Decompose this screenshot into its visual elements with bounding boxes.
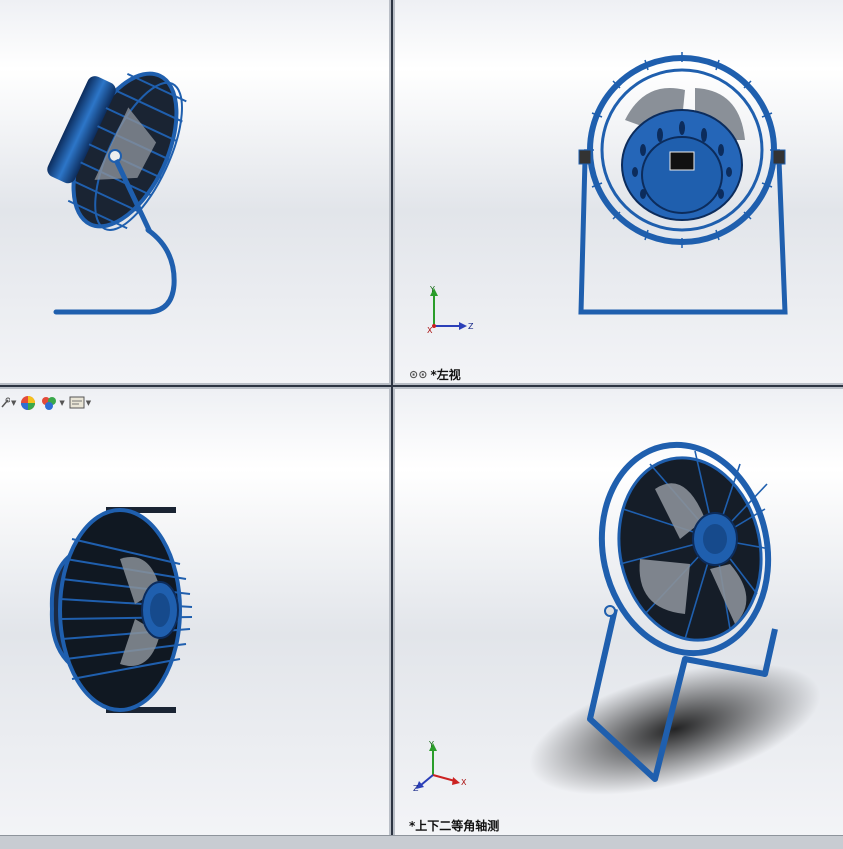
heads-up-toolbar: ▼ ▼ ▼: [0, 393, 91, 413]
viewport-divider-vertical[interactable]: [391, 0, 393, 835]
view-label-left: ⊙⊙ *左视: [409, 366, 461, 383]
triad-y-label: Y: [428, 741, 434, 749]
view-label-left-text: *左视: [430, 368, 461, 382]
viewport-top-right[interactable]: Y Z X ⊙⊙ *左视: [395, 0, 843, 383]
triad-z-label: Z: [468, 322, 474, 331]
triad-y-label: Y: [429, 286, 435, 294]
display-settings-icon: [69, 396, 85, 409]
triad-x-label: X: [427, 326, 433, 334]
view-setting-button[interactable]: ▼: [0, 397, 16, 409]
viewport-bottom-left[interactable]: [0, 389, 389, 835]
view-label-trimetric: *上下二等角轴测: [409, 817, 499, 834]
fan-model-side-view[interactable]: [0, 0, 389, 383]
viewport-divider-horizontal[interactable]: [0, 385, 843, 387]
display-settings-button[interactable]: ▼: [69, 395, 91, 411]
link-icon: ⊙⊙: [409, 368, 428, 381]
chevron-down-icon: ▼: [59, 399, 65, 407]
chevron-down-icon: ▼: [11, 399, 17, 407]
triad-x-label: X: [461, 778, 467, 787]
fan-model-top-view[interactable]: [0, 389, 389, 835]
coordinate-triad: Y Z X: [427, 286, 474, 334]
coordinate-triad: Y Z X: [413, 741, 467, 793]
chevron-down-icon: ▼: [85, 399, 92, 407]
view-label-trimetric-text: *上下二等角轴测: [409, 819, 500, 833]
status-strip: [0, 835, 843, 849]
scene-icon: [42, 397, 57, 410]
scene-button[interactable]: ▼: [40, 395, 65, 411]
appearance-button[interactable]: [20, 395, 36, 411]
viewport-bottom-right[interactable]: Y Z X *上下二等角轴测: [395, 389, 843, 835]
viewport-top-left[interactable]: [0, 0, 389, 383]
triad-z-label: Z: [413, 784, 419, 793]
view-setting-icon: [1, 397, 10, 408]
appearance-icon: [21, 396, 36, 410]
